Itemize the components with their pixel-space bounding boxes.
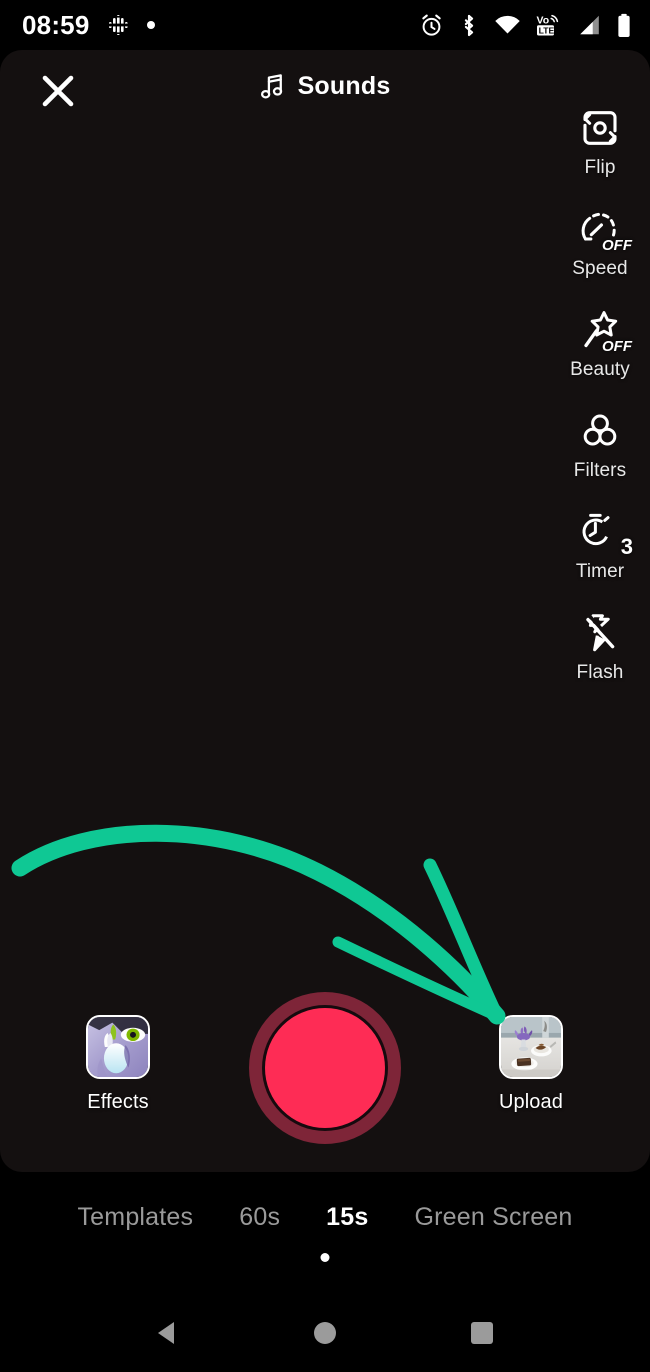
sounds-button[interactable]: Sounds [246, 66, 405, 107]
tool-filters-label: Filters [573, 460, 627, 481]
tool-flash[interactable]: Flash [550, 605, 650, 706]
record-button[interactable] [249, 992, 401, 1144]
tool-flash-label: Flash [576, 662, 624, 683]
nav-home-button[interactable] [295, 1303, 355, 1363]
record-inner-circle [265, 1008, 385, 1128]
battery-icon [618, 13, 630, 37]
svg-text:LTE: LTE [539, 25, 555, 35]
tool-flip-label: Flip [584, 157, 616, 178]
mode-active-indicator [320, 1253, 330, 1262]
close-icon [42, 75, 74, 107]
upload-thumbnail [499, 1015, 563, 1079]
flash-off-icon [568, 605, 632, 661]
recents-square-icon [470, 1322, 493, 1344]
back-triangle-icon [158, 1322, 175, 1344]
tool-flip[interactable]: Flip [550, 100, 650, 201]
bluetooth-icon [464, 14, 474, 36]
camera-flip-icon [568, 100, 632, 156]
nav-recents-button[interactable] [452, 1303, 512, 1363]
home-circle-icon [313, 1322, 336, 1344]
mode-tab-green-screen[interactable]: Green Screen [391, 1203, 595, 1232]
tool-beauty-label: Beauty [570, 359, 630, 380]
dot-indicator-icon [146, 21, 155, 29]
close-button[interactable] [35, 68, 81, 114]
stopwatch-icon: 3 [568, 504, 633, 560]
mode-selector: Templates 60s 15s Green Screen [0, 1186, 650, 1248]
effects-label: Effects [87, 1091, 149, 1113]
tool-timer-label: Timer [575, 561, 625, 582]
music-note-icon [260, 73, 283, 98]
nav-back-button[interactable] [138, 1303, 198, 1363]
capture-controls: Effects Upload [0, 992, 650, 1145]
tool-speed[interactable]: OFF Speed [550, 201, 650, 302]
android-nav-bar [0, 1294, 650, 1372]
effects-button[interactable]: Effects [78, 1015, 158, 1114]
status-clock: 08:59 [22, 10, 90, 40]
mode-tab-60s[interactable]: 60s [216, 1203, 303, 1232]
tool-timer[interactable]: 3 Timer [550, 504, 650, 605]
mode-tab-15s[interactable]: 15s [303, 1203, 391, 1232]
tiktok-camera-screen: 08:59 Vo LTE Sounds Flip OFF Speed OFF B… [0, 0, 650, 1372]
tool-beauty[interactable]: OFF Beauty [550, 302, 650, 403]
tool-beauty-badge: OFF [602, 338, 632, 355]
mode-tab-templates[interactable]: Templates [54, 1203, 216, 1232]
wifi-icon [495, 15, 520, 34]
upload-label: Upload [499, 1091, 563, 1113]
sounds-label: Sounds [297, 72, 391, 100]
magic-wand-icon: OFF [568, 302, 632, 358]
camera-tool-rail: Flip OFF Speed OFF Beauty Filters 3 Time… [550, 100, 650, 706]
alarm-icon [422, 14, 441, 36]
effects-thumbnail [86, 1015, 150, 1079]
upload-button[interactable]: Upload [488, 1015, 574, 1114]
volte-icon: Vo LTE [537, 15, 559, 36]
status-bar: 08:59 Vo LTE [0, 0, 650, 50]
speedometer-icon: OFF [568, 201, 632, 257]
cellular-signal-icon [580, 15, 599, 35]
status-left-icons [105, 12, 156, 38]
filters-circles-icon [568, 403, 632, 459]
status-right-icons: Vo LTE [419, 13, 632, 38]
tool-timer-badge: 3 [620, 534, 633, 559]
tool-speed-badge: OFF [602, 237, 632, 254]
tool-filters[interactable]: Filters [550, 403, 650, 504]
assistant-waveform-icon [105, 15, 132, 35]
tool-speed-label: Speed [572, 258, 628, 279]
